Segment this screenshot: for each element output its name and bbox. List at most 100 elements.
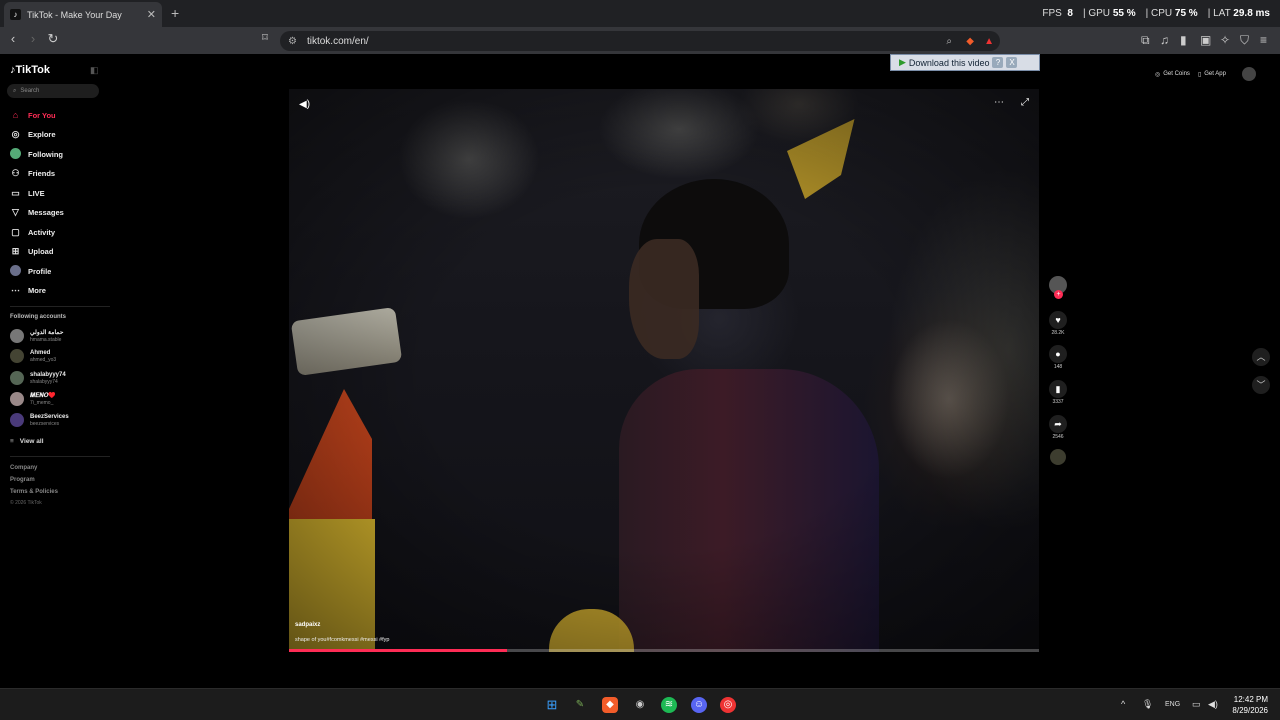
tiktok-logo[interactable]: ♪TikTok: [10, 64, 50, 76]
cpu-value: 75 %: [1174, 8, 1198, 19]
sidebar-icon[interactable]: ▮: [1180, 33, 1187, 47]
brave-rewards-icon[interactable]: ▲: [984, 36, 994, 47]
forward-icon[interactable]: ›: [24, 31, 42, 46]
share-button[interactable]: ➦ 2546: [1046, 415, 1070, 440]
brave-shield-icon[interactable]: ◆: [966, 36, 974, 47]
menu-icon[interactable]: ≡: [1260, 33, 1267, 47]
zoom-icon[interactable]: ⌕: [946, 36, 952, 47]
nav-for-you[interactable]: ⌂ For You: [10, 109, 56, 121]
nav-profile[interactable]: Profile: [10, 264, 52, 277]
more-icon: ⋯: [11, 284, 20, 295]
comment-icon: ●: [1049, 345, 1067, 363]
creator-avatar-button[interactable]: +: [1046, 276, 1070, 299]
new-tab-button[interactable]: +: [171, 5, 179, 21]
phone-icon: ▯: [1197, 71, 1202, 78]
heart-icon: ♥: [1049, 311, 1067, 329]
bookmark-icon[interactable]: ⌑: [256, 31, 274, 44]
chevron-up-icon: ︿: [1256, 352, 1266, 362]
microphone-icon[interactable]: 🎙: [1142, 699, 1153, 710]
live-icon: ▭: [11, 187, 20, 198]
send-icon: ▽: [12, 206, 19, 217]
account-handle: shalabyyy74: [30, 378, 58, 385]
tray-chevron-up-icon[interactable]: ^: [1121, 699, 1125, 709]
reload-icon[interactable]: ↻: [44, 31, 62, 47]
view-all-link[interactable]: ≡ View all: [10, 438, 44, 445]
comment-button[interactable]: ● 148: [1046, 345, 1070, 370]
following-account[interactable]: 𝑴𝑬𝑵𝑶♥️ 7i_memo_: [10, 392, 56, 406]
download-label[interactable]: Download this video: [909, 58, 990, 68]
nav-more[interactable]: ⋯ More: [10, 284, 46, 296]
account-handle: beezservices: [30, 420, 60, 427]
follow-plus-icon[interactable]: +: [1054, 290, 1063, 299]
help-icon[interactable]: ?: [992, 57, 1004, 68]
clock[interactable]: 12:42 PM 8/29/2026: [1232, 694, 1268, 716]
chrome-icon[interactable]: ◎: [720, 697, 736, 713]
following-account[interactable]: Ahmed ahmed_yo3: [10, 349, 56, 363]
search-placeholder: Search: [20, 88, 40, 94]
like-button[interactable]: ♥ 28.2K: [1046, 311, 1070, 336]
following-account[interactable]: shalabyyy74 shalabyyy74: [10, 371, 66, 385]
fps-value: 8: [1067, 8, 1073, 19]
following-accounts-title: Following accounts: [10, 314, 67, 320]
wallet-icon[interactable]: ▣: [1200, 33, 1211, 47]
address-bar[interactable]: ⚙ tiktok.com/en/ ⌕ ◆ ▲: [280, 31, 1000, 51]
nav-label: Explore: [28, 129, 56, 139]
video-player[interactable]: ◀) ⋯ ⤢ sadpaixz shape of you#fcomkmessi …: [289, 89, 1039, 652]
extensions-icon[interactable]: ⧉: [1141, 33, 1150, 48]
footer-link-terms[interactable]: Terms & Policies: [10, 489, 58, 495]
video-progress-track[interactable]: [289, 649, 1039, 652]
nav-friends[interactable]: ⚇ Friends: [10, 167, 55, 179]
sound-disc-button[interactable]: [1046, 449, 1070, 465]
video-username[interactable]: sadpaixz: [295, 622, 320, 628]
close-icon[interactable]: X: [1006, 57, 1018, 68]
nav-live[interactable]: ▭ LIVE: [10, 187, 44, 199]
nav-upload[interactable]: ⊞ Upload: [10, 245, 54, 257]
fullscreen-icon[interactable]: ⤢: [1021, 97, 1029, 108]
get-coins-button[interactable]: ◎ Get Coins: [1155, 71, 1190, 78]
nav-label: Following: [28, 149, 63, 159]
download-video-banner[interactable]: ▶ Download this video ? X: [890, 54, 1040, 71]
tab-close-icon[interactable]: ✕: [147, 8, 156, 21]
following-account[interactable]: BeezServices beezservices: [10, 413, 69, 427]
chrome-gray-icon[interactable]: ◉: [632, 697, 648, 713]
media-icon[interactable]: ♫: [1160, 33, 1169, 47]
avatar: [10, 329, 24, 343]
previous-video-button[interactable]: ︿: [1252, 348, 1270, 366]
get-app-button[interactable]: ▯ Get App: [1198, 71, 1226, 78]
footer-link-company[interactable]: Company: [10, 465, 37, 471]
more-options-icon[interactable]: ⋯: [994, 97, 1004, 108]
site-info-icon[interactable]: ⚙: [288, 36, 297, 47]
brave-browser-icon[interactable]: ◆: [602, 697, 618, 713]
fps-label: FPS: [1042, 8, 1062, 19]
nav-label: For You: [28, 110, 56, 120]
nav-label: More: [28, 285, 46, 295]
video-vignette: [289, 89, 1039, 652]
back-icon[interactable]: ‹: [4, 31, 22, 46]
search-input[interactable]: ⌕ Search: [7, 84, 99, 98]
following-account[interactable]: حمامة الدولي hmama.stable: [10, 329, 63, 343]
following-avatar: [10, 147, 21, 161]
language-indicator[interactable]: ENG: [1165, 701, 1180, 708]
discord-icon[interactable]: ☺: [691, 697, 707, 713]
clock-time: 12:42 PM: [1233, 695, 1268, 704]
next-video-button[interactable]: ﹀: [1252, 376, 1270, 394]
music-disc-icon: [1050, 449, 1066, 465]
leo-ai-icon[interactable]: ✧: [1220, 33, 1230, 47]
windows-start-icon[interactable]: ⊞: [544, 697, 560, 713]
collapse-sidebar-icon[interactable]: ◧: [90, 65, 99, 76]
volume-icon[interactable]: ◀): [1208, 699, 1218, 710]
nav-following[interactable]: Following: [10, 147, 63, 161]
app-icon[interactable]: ✎: [572, 697, 588, 713]
nav-activity[interactable]: ▢ Activity: [10, 226, 55, 238]
monitor-icon[interactable]: ▭: [1192, 699, 1201, 710]
vpn-icon[interactable]: ⛉: [1240, 33, 1249, 48]
avatar[interactable]: [1241, 67, 1256, 81]
footer-link-program[interactable]: Program: [10, 477, 35, 483]
volume-icon[interactable]: ◀): [299, 99, 310, 110]
browser-tab[interactable]: ♪ TikTok - Make Your Day ✕: [4, 2, 162, 27]
spotify-icon[interactable]: ≋: [661, 697, 677, 713]
save-button[interactable]: ▮ 3337: [1046, 380, 1070, 405]
nav-messages[interactable]: ▽ Messages: [10, 206, 64, 218]
nav-label: Profile: [28, 266, 52, 276]
nav-explore[interactable]: ◎ Explore: [10, 128, 56, 140]
